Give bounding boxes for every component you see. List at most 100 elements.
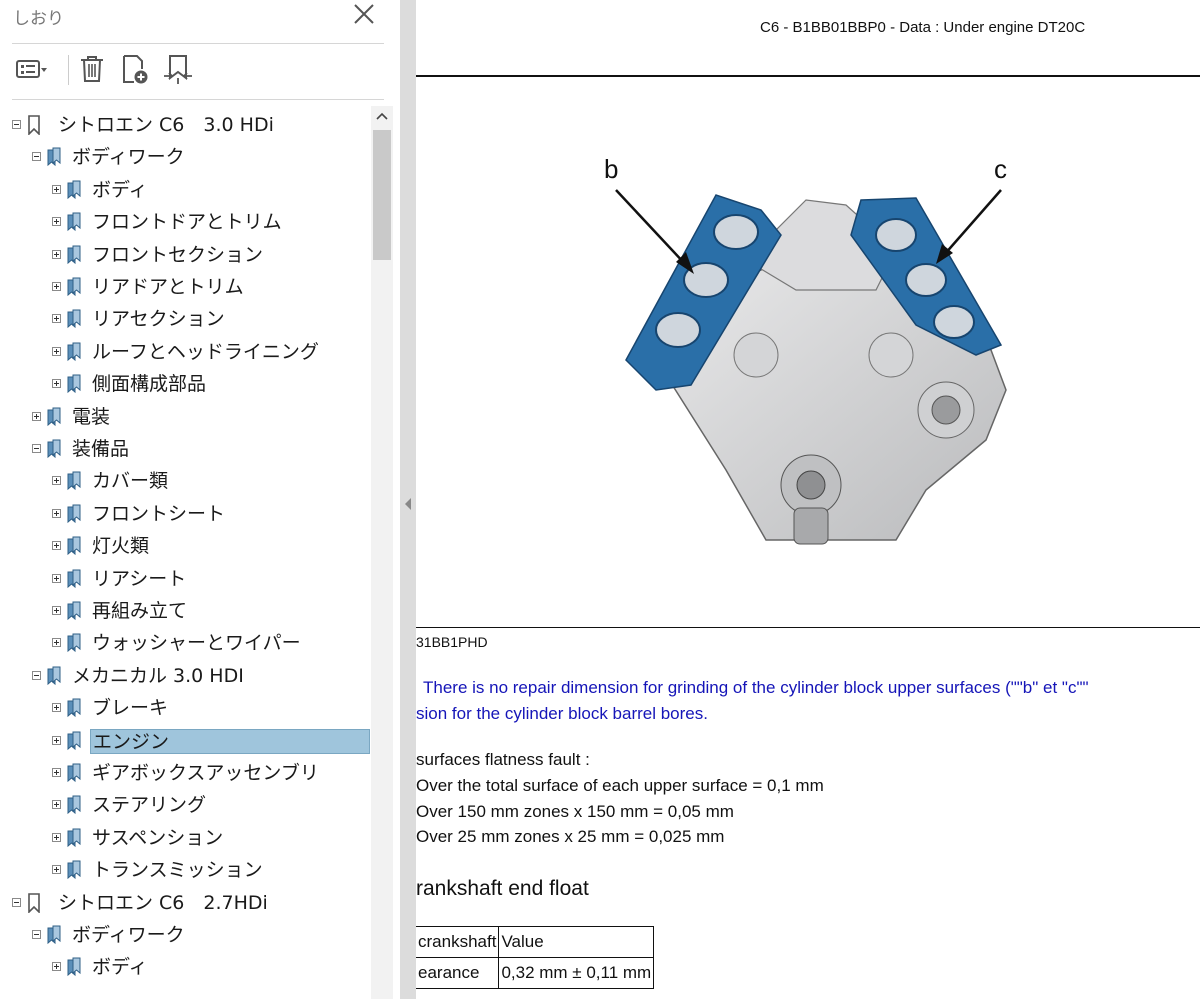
bookmark-label[interactable]: フロントセクション [90, 243, 265, 268]
collapse-toggle-icon[interactable] [32, 670, 41, 680]
expand-toggle-icon[interactable] [52, 249, 61, 259]
expand-toggle-icon[interactable] [52, 865, 61, 875]
bookmark-item[interactable]: シトロエン C6 2.7HDi [0, 888, 370, 918]
figure-rule [416, 627, 1200, 628]
bookmark-stack-icon [67, 795, 81, 815]
bookmark-item[interactable]: ボディ [0, 175, 370, 205]
expand-toggle-icon[interactable] [52, 832, 61, 842]
bookmark-label[interactable]: フロントシート [90, 502, 227, 527]
collapse-toggle-icon[interactable] [32, 444, 41, 453]
bookmark-item[interactable]: 側面構成部品 [0, 369, 370, 399]
bookmark-item[interactable]: サスペンション [0, 823, 370, 853]
bookmark-item[interactable]: ギアボックスアッセンブリ [0, 758, 370, 788]
expand-toggle-icon[interactable] [52, 962, 61, 972]
close-icon[interactable] [350, 2, 378, 28]
collapse-toggle-icon[interactable] [12, 120, 21, 129]
bookmark-stack-icon [67, 633, 81, 653]
expand-toggle-icon[interactable] [32, 411, 41, 421]
expand-toggle-icon[interactable] [52, 379, 61, 389]
expand-toggle-icon[interactable] [52, 314, 61, 324]
table-row: earance 0,32 mm ± 0,11 mm [416, 957, 655, 989]
bookmark-item[interactable]: リアドアとトリム [0, 272, 370, 302]
engine-block-illustration: b c [604, 154, 1007, 545]
collapse-toggle-icon[interactable] [32, 152, 41, 162]
bookmark-label[interactable]: サスペンション [90, 826, 225, 851]
trash-icon[interactable] [75, 52, 111, 86]
bookmark-stack-icon [67, 698, 81, 718]
bookmark-item[interactable]: トランスミッション [0, 855, 370, 885]
bookmark-label[interactable]: ブレーキ [90, 696, 170, 721]
bookmark-label[interactable]: ルーフとヘッドライニング [90, 340, 321, 365]
bookmark-item[interactable]: リアセクション [0, 304, 370, 334]
bookmark-label[interactable]: ステアリング [90, 793, 208, 818]
expand-toggle-icon[interactable] [52, 282, 61, 291]
bookmark-label[interactable]: 電装 [70, 405, 112, 430]
bookmark-label[interactable]: エンジン [90, 728, 370, 754]
collapse-toggle-icon[interactable] [12, 897, 21, 907]
expand-toggle-icon[interactable] [52, 606, 61, 615]
bookmark-label[interactable]: 再組み立て [90, 599, 189, 624]
bookmarks-panel: しおり シトロエン C6 3.0 HDi ボディワーク ボディ フロントドアとトリムフ… [0, 0, 400, 999]
bookmark-item[interactable]: リアシート [0, 564, 370, 594]
flatness-item-2: Over 150 mm zones x 150 mm = 0,05 mm [416, 802, 734, 821]
bookmark-label[interactable]: 装備品 [70, 437, 131, 462]
bookmark-label[interactable]: リアシート [90, 567, 188, 592]
bookmark-item[interactable]: カバー類 [0, 466, 370, 496]
collapse-toggle-icon[interactable] [32, 930, 41, 939]
bookmark-item[interactable]: ブレーキ [0, 693, 370, 723]
bookmark-item[interactable]: ウォッシャーとワイパー [0, 628, 370, 658]
bookmark-label[interactable]: リアドアとトリム [90, 275, 246, 300]
bookmark-label[interactable]: 灯火類 [90, 534, 151, 559]
bookmark-label[interactable]: リアセクション [90, 307, 227, 332]
bookmark-item[interactable]: メカニカル 3.0 HDI [0, 661, 370, 691]
expand-toggle-icon[interactable] [52, 735, 61, 745]
collapse-panel-icon[interactable] [404, 497, 412, 511]
expand-toggle-icon[interactable] [52, 703, 61, 713]
bookmark-item[interactable]: ルーフとヘッドライニング [0, 337, 370, 367]
expand-toggle-icon[interactable] [52, 476, 61, 486]
bookmark-label[interactable]: ウォッシャーとワイパー [90, 631, 303, 656]
bookmark-item[interactable]: 灯火類 [0, 531, 370, 561]
bookmark-label[interactable]: フロントドアとトリム [90, 210, 284, 235]
bookmark-label[interactable]: ボディワーク [70, 923, 187, 948]
bookmark-item[interactable]: エンジン [0, 726, 370, 756]
bookmark-stack-icon [47, 147, 61, 167]
bookmark-item[interactable]: ステアリング [0, 790, 370, 820]
bookmark-label[interactable]: シトロエン C6 2.7HDi [56, 891, 270, 916]
expand-toggle-icon[interactable] [52, 346, 61, 356]
bookmark-stack-icon [67, 309, 81, 329]
expand-toggle-icon[interactable] [52, 573, 61, 583]
bookmark-item[interactable]: フロントシート [0, 499, 370, 529]
expand-toggle-icon[interactable] [52, 638, 61, 648]
bookmark-label[interactable]: ボディ [90, 178, 150, 203]
expand-toggle-icon[interactable] [52, 184, 61, 194]
expand-toggle-icon[interactable] [52, 541, 61, 551]
divider [12, 43, 384, 44]
options-menu-icon[interactable] [12, 52, 48, 86]
bookmark-item[interactable]: 装備品 [0, 434, 370, 464]
bookmark-item[interactable]: ボディワーク [0, 142, 370, 172]
scroll-up-icon[interactable] [371, 106, 393, 128]
bookmark-item[interactable]: シトロエン C6 3.0 HDi [0, 110, 370, 140]
bookmark-label[interactable]: シトロエン C6 3.0 HDi [56, 113, 276, 138]
bookmark-item[interactable]: フロントドアとトリム [0, 207, 370, 237]
scrollbar-thumb[interactable] [373, 130, 391, 260]
bookmark-item[interactable]: ボディ [0, 952, 370, 982]
bookmark-label[interactable]: カバー類 [90, 469, 170, 494]
bookmark-label[interactable]: トランスミッション [90, 858, 265, 883]
bookmark-item[interactable]: ボディワーク [0, 920, 370, 950]
bookmark-item[interactable]: 電装 [0, 402, 370, 432]
expand-toggle-icon[interactable] [52, 768, 61, 777]
bookmark-label[interactable]: ボディ [90, 955, 150, 980]
bookmark-label[interactable]: 側面構成部品 [90, 372, 208, 397]
expand-toggle-icon[interactable] [52, 800, 61, 810]
bookmark-item[interactable]: フロントセクション [0, 240, 370, 270]
bookmark-label[interactable]: メカニカル 3.0 HDI [70, 664, 246, 689]
expand-toggle-icon[interactable] [52, 508, 61, 518]
bookmark-label[interactable]: ボディワーク [70, 145, 187, 170]
bookmark-label[interactable]: ギアボックスアッセンブリ [90, 761, 321, 786]
bookmark-item[interactable]: 再組み立て [0, 596, 370, 626]
expand-toggle-icon[interactable] [52, 217, 61, 227]
expand-bookmark-icon[interactable] [160, 52, 196, 86]
new-bookmark-icon[interactable] [118, 52, 154, 86]
